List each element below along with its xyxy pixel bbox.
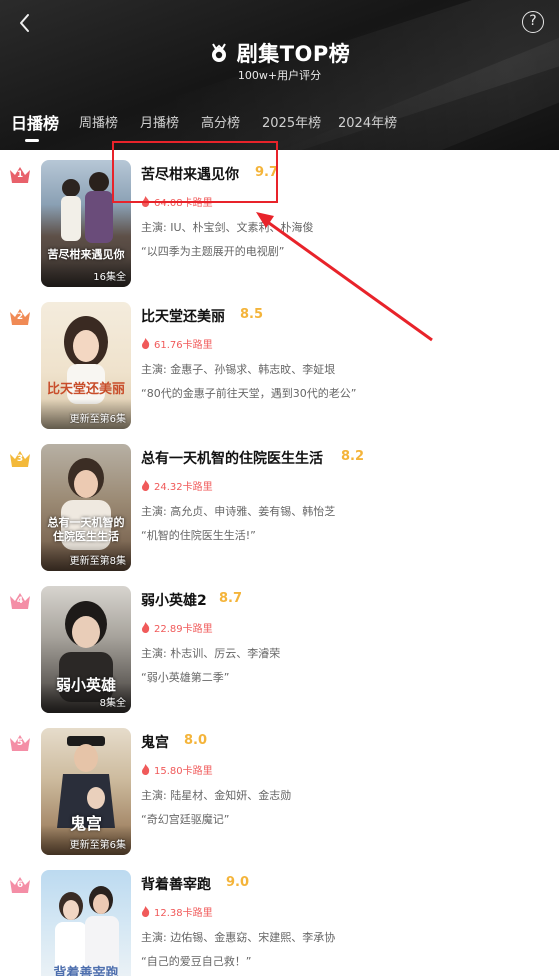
score: 9.7 bbox=[255, 165, 279, 180]
rank-number: 3 bbox=[16, 454, 24, 464]
poster-title: 总有一天机智的住院医生生活 bbox=[47, 516, 125, 543]
flame-icon bbox=[142, 906, 150, 917]
flame-icon bbox=[142, 480, 150, 491]
rank-number: 1 bbox=[16, 170, 24, 180]
poster-title: 弱小英雄 bbox=[55, 676, 116, 694]
back-button[interactable] bbox=[12, 10, 38, 36]
poster-title: 苦尽柑来遇见你 bbox=[47, 248, 125, 261]
poster-image[interactable]: 苦尽柑来遇见你 16集全 bbox=[41, 160, 131, 287]
heat-text: 22.89卡路里 bbox=[154, 624, 213, 635]
poster-title: 鬼宫 bbox=[69, 814, 102, 833]
score: 8.5 bbox=[240, 307, 264, 322]
tab-high-score[interactable]: 高分榜 bbox=[201, 112, 240, 131]
poster-title: 背着善宰跑 bbox=[53, 966, 119, 976]
episode-label: 更新至第6集 bbox=[69, 840, 126, 851]
tab-monthly[interactable]: 月播榜 bbox=[140, 112, 179, 131]
episode-label: 更新至第6集 bbox=[69, 414, 126, 425]
cast-text: 主演: 金惠子、孙锡求、韩志旼、李姃垠 bbox=[141, 363, 336, 376]
rank-badge: 6 bbox=[8, 874, 32, 896]
show-title[interactable]: 弱小英雄2 bbox=[141, 590, 207, 610]
heat-value: 12.38卡路里 bbox=[141, 904, 213, 919]
score: 9.0 bbox=[226, 875, 250, 890]
score: 8.2 bbox=[341, 449, 365, 464]
show-title[interactable]: 比天堂还美丽 bbox=[141, 306, 225, 326]
tab-weekly[interactable]: 周播榜 bbox=[79, 112, 118, 131]
quote-text: “机智的住院医生生活!” bbox=[141, 529, 256, 542]
help-button[interactable]: ? bbox=[522, 11, 544, 33]
title-area: 剧集TOP榜 bbox=[0, 38, 559, 68]
poster-image[interactable]: 鬼宫 更新至第6集 bbox=[41, 728, 131, 855]
cast-text: 主演: 高允贞、申诗雅、姜有锡、韩怡芝 bbox=[141, 505, 336, 518]
rank-badge: 2 bbox=[8, 306, 32, 328]
tab-indicator bbox=[25, 139, 39, 142]
heat-text: 24.32卡路里 bbox=[154, 482, 213, 493]
page-subtitle: 100w+用户评分 bbox=[237, 69, 322, 82]
rank-number: 4 bbox=[16, 596, 24, 606]
flame-icon bbox=[142, 622, 150, 633]
flame-icon bbox=[142, 338, 150, 349]
poster-image[interactable]: 背着善宰跑 bbox=[41, 870, 131, 976]
rank-badge: 3 bbox=[8, 448, 32, 470]
show-title[interactable]: 鬼宫 bbox=[141, 732, 169, 752]
show-title[interactable]: 总有一天机智的住院医生生活 bbox=[141, 448, 323, 468]
flame-icon bbox=[142, 764, 150, 775]
quote-text: “以四季为主题展开的电视剧” bbox=[141, 245, 285, 258]
heat-text: 12.38卡路里 bbox=[154, 908, 213, 919]
quote-text: “奇幻宫廷驱魔记” bbox=[141, 813, 230, 826]
episode-label: 更新至第8集 bbox=[69, 556, 126, 567]
rank-badge: 1 bbox=[8, 164, 32, 186]
cast-text: 主演: 边佑锡、金惠窈、宋建熙、李承协 bbox=[141, 931, 336, 944]
list-item[interactable]: 2 比天堂还美丽 更新至第6集 比天堂还美丽 8.5 61.76卡路里 主演: … bbox=[0, 292, 559, 434]
rank-number: 2 bbox=[16, 312, 24, 322]
heat-text: 15.80卡路里 bbox=[154, 766, 213, 777]
tab-2025[interactable]: 2025年榜 bbox=[262, 112, 321, 131]
page-title: 剧集TOP榜 bbox=[236, 42, 351, 66]
poster-image[interactable]: 弱小英雄 8集全 bbox=[41, 586, 131, 713]
header: ? 剧集TOP榜 100w+用户评分 日播榜 周播榜 月播榜 高分榜 2025年… bbox=[0, 0, 559, 150]
show-title[interactable]: 背着善宰跑 bbox=[141, 874, 211, 894]
rank-number: 6 bbox=[16, 880, 24, 890]
list-item[interactable]: 4 弱小英雄 8集全 弱小英雄2 8.7 22.89卡路里 主演: 朴志训、厉云… bbox=[0, 576, 559, 718]
trophy-icon bbox=[211, 43, 226, 62]
heat-value: 15.80卡路里 bbox=[141, 762, 213, 777]
heat-text: 64.08卡路里 bbox=[154, 198, 213, 209]
question-circle-icon: ? bbox=[529, 13, 537, 29]
heat-value: 24.32卡路里 bbox=[141, 478, 213, 493]
cast-text: 主演: IU、朴宝剑、文素利、朴海俊 bbox=[141, 221, 314, 234]
list-item[interactable]: 1 苦尽柑来遇见你 16集全 苦尽柑来遇见你 9.7 64.08卡路里 主演: … bbox=[0, 150, 559, 292]
cast-text: 主演: 陆星材、金知妍、金志勋 bbox=[141, 789, 292, 802]
heat-value: 64.08卡路里 bbox=[141, 194, 213, 209]
rank-badge: 4 bbox=[8, 590, 32, 612]
poster-title: 比天堂还美丽 bbox=[46, 382, 125, 397]
chevron-left-icon bbox=[20, 14, 29, 32]
score: 8.0 bbox=[184, 733, 208, 748]
quote-text: “自己的爱豆自己救！” bbox=[141, 955, 252, 968]
poster-image[interactable]: 比天堂还美丽 更新至第6集 bbox=[41, 302, 131, 429]
heat-value: 22.89卡路里 bbox=[141, 620, 213, 635]
tab-bar: 日播榜 周播榜 月播榜 高分榜 2025年榜 2024年榜 bbox=[0, 112, 559, 150]
quote-text: “弱小英雄第二季” bbox=[141, 671, 230, 684]
rank-badge: 5 bbox=[8, 732, 32, 754]
episode-label: 8集全 bbox=[99, 698, 126, 709]
episode-label: 16集全 bbox=[93, 272, 126, 283]
poster-image[interactable]: 总有一天机智的住院医生生活 更新至第8集 bbox=[41, 444, 131, 571]
heat-text: 61.76卡路里 bbox=[154, 340, 213, 351]
list-item[interactable]: 3 总有一天机智的住院医生生活 更新至第8集 总有一天机智的住院医生生活 8.2… bbox=[0, 434, 559, 576]
rank-number: 5 bbox=[16, 738, 24, 748]
tab-daily[interactable]: 日播榜 bbox=[11, 110, 59, 134]
flame-icon bbox=[142, 196, 150, 207]
score: 8.7 bbox=[219, 591, 243, 606]
cast-text: 主演: 朴志训、厉云、李濬荣 bbox=[141, 647, 281, 660]
heat-value: 61.76卡路里 bbox=[141, 336, 213, 351]
tab-2024[interactable]: 2024年榜 bbox=[338, 112, 397, 131]
list-item[interactable]: 6 背着善宰跑 背着善宰跑 9.0 12.38卡路里 主演: 边佑锡、金惠窈、宋… bbox=[0, 860, 559, 976]
list-item[interactable]: 5 鬼宫 更新至第6集 鬼宫 8.0 15.80卡路里 主演: 陆星材、金知妍、… bbox=[0, 718, 559, 860]
quote-text: “80代的金惠子前往天堂，遇到30代的老公” bbox=[141, 387, 357, 400]
show-title[interactable]: 苦尽柑来遇见你 bbox=[141, 164, 239, 184]
